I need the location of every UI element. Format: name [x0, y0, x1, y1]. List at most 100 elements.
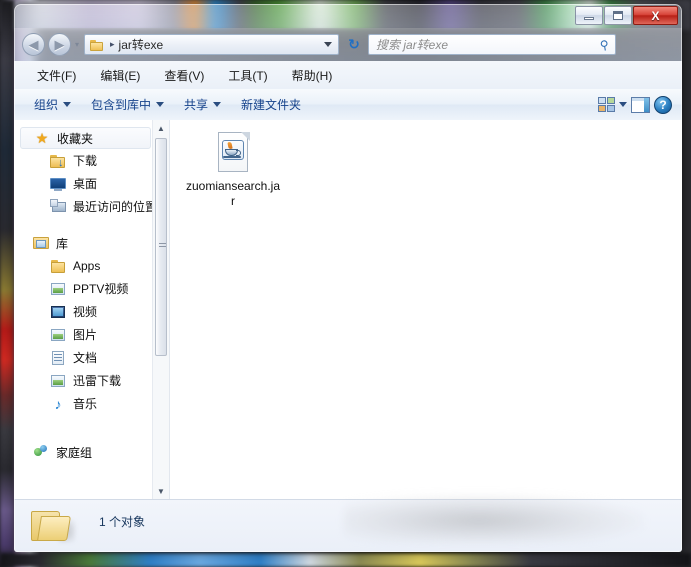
sidebar-item-downloads[interactable]: ↓ 下载	[14, 149, 169, 172]
change-view-icon[interactable]	[598, 97, 615, 112]
sidebar-item-label: 视频	[73, 305, 98, 319]
video-icon	[50, 304, 66, 320]
menu-item-view[interactable]: 查看(V)	[155, 64, 213, 87]
address-bar: ◀ ▶ ▾ ▸ jar转exe ↻ 搜索 jar转exe ⚲	[14, 28, 682, 61]
sidebar-item-label: 音乐	[73, 397, 98, 411]
menu-item-tools[interactable]: 工具(T)	[219, 64, 276, 87]
status-bar: 1 个对象	[14, 494, 682, 552]
window-content: ★ 收藏夹 ↓ 下载 桌面 最近访问的位置 库 Apps PPTV视频 视频 图…	[14, 120, 682, 499]
new-folder-label: 新建文件夹	[241, 98, 302, 112]
thunder-download-icon	[50, 373, 66, 389]
preview-pane-icon[interactable]	[631, 96, 650, 113]
share-with-label: 共享	[184, 98, 209, 112]
sidebar-item-apps[interactable]: Apps	[14, 254, 169, 277]
include-in-library-label: 包含到库中	[91, 98, 152, 112]
organize-button[interactable]: 组织	[26, 92, 79, 117]
close-button[interactable]: X	[633, 6, 678, 25]
recent-places-icon	[50, 198, 66, 215]
nav-group-homegroup[interactable]: 家庭组	[14, 441, 169, 463]
chevron-down-icon	[213, 102, 222, 107]
window-caption-buttons: X	[575, 6, 678, 25]
breadcrumb-separator-icon: ▸	[110, 39, 115, 49]
sidebar-item-pptv[interactable]: PPTV视频	[14, 277, 169, 300]
java-jar-icon	[216, 132, 250, 174]
sidebar-item-videos[interactable]: 视频	[14, 300, 169, 323]
folder-icon	[50, 258, 66, 274]
sidebar-item-label: 最近访问的位置	[73, 200, 158, 214]
menu-item-help[interactable]: 帮助(H)	[283, 64, 342, 87]
nav-group-favorites[interactable]: ★ 收藏夹	[20, 127, 151, 149]
search-input[interactable]: 搜索 jar转exe	[376, 36, 448, 53]
sidebar-item-label: 下载	[73, 154, 98, 168]
sidebar-item-label: 文档	[73, 351, 98, 365]
folder-icon	[90, 39, 105, 51]
view-chevron-down-icon[interactable]	[619, 102, 627, 107]
scrollbar-grip-icon	[159, 243, 166, 249]
address-breadcrumb-bar[interactable]: ▸ jar转exe	[84, 34, 340, 55]
navigation-pane-scrollbar[interactable]: ▲ ▼	[152, 120, 169, 499]
share-with-button[interactable]: 共享	[176, 92, 229, 117]
sidebar-item-desktop[interactable]: 桌面	[14, 172, 169, 195]
sidebar-item-pictures[interactable]: 图片	[14, 323, 169, 346]
nav-group-libraries[interactable]: 库	[14, 232, 169, 254]
address-chevron-down-icon[interactable]	[324, 42, 333, 47]
pptv-icon	[50, 281, 66, 297]
maximize-icon	[613, 11, 623, 20]
scrollbar-thumb[interactable]	[155, 138, 167, 356]
sidebar-item-documents[interactable]: 文档	[14, 346, 169, 369]
menu-bar: 文件(F) 编辑(E) 查看(V) 工具(T) 帮助(H)	[14, 61, 682, 90]
file-name-label: zuomiansearch.jar	[185, 179, 281, 208]
help-icon[interactable]: ?	[654, 95, 672, 114]
refresh-button[interactable]: ↻	[344, 35, 364, 55]
refresh-icon: ↻	[348, 36, 360, 52]
pictures-icon	[50, 327, 66, 343]
file-list-view[interactable]: zuomiansearch.jar	[170, 120, 682, 499]
open-folder-icon	[31, 508, 75, 543]
back-arrow-icon: ◀	[28, 37, 39, 52]
chevron-down-icon	[156, 102, 165, 107]
explorer-window: X ◀ ▶ ▾ ▸ jar转exe ↻ 搜索 jar转exe ⚲ 文件(F) 编…	[14, 4, 682, 552]
sidebar-item-label: 图片	[73, 328, 98, 342]
command-toolbar: 组织 包含到库中 共享 新建文件夹 ?	[14, 89, 682, 121]
sidebar-item-label: Apps	[73, 258, 101, 273]
wallpaper-left-strip	[0, 0, 14, 567]
nav-group-favorites-label: 收藏夹	[57, 131, 94, 146]
search-icon: ⚲	[599, 36, 611, 53]
forward-button[interactable]: ▶	[48, 33, 71, 56]
forward-arrow-icon: ▶	[54, 37, 65, 52]
minimize-button[interactable]	[575, 6, 603, 25]
toolbar-right-group: ?	[598, 95, 682, 114]
star-icon: ★	[35, 130, 49, 146]
screen-smudge-artifact	[344, 494, 644, 542]
scroll-down-arrow-icon[interactable]: ▼	[153, 483, 169, 499]
recent-pages-chevron-down-icon[interactable]: ▾	[75, 40, 79, 49]
wallpaper-bottom-strip	[0, 553, 691, 567]
menu-item-file[interactable]: 文件(F)	[28, 64, 85, 87]
menu-item-edit[interactable]: 编辑(E)	[91, 64, 149, 87]
close-icon: X	[651, 8, 660, 23]
nav-group-homegroup-label: 家庭组	[56, 445, 93, 460]
scroll-up-arrow-icon[interactable]: ▲	[153, 120, 169, 136]
folder-download-icon: ↓	[50, 153, 66, 169]
nav-group-libraries-label: 库	[56, 236, 69, 251]
sidebar-item-recent-places[interactable]: 最近访问的位置	[14, 195, 169, 218]
libraries-icon	[33, 235, 49, 251]
navigation-pane: ★ 收藏夹 ↓ 下载 桌面 最近访问的位置 库 Apps PPTV视频 视频 图…	[14, 120, 170, 499]
maximize-button[interactable]	[604, 6, 632, 25]
organize-label: 组织	[34, 98, 59, 112]
back-button[interactable]: ◀	[22, 33, 45, 56]
documents-icon	[50, 350, 66, 366]
minimize-icon	[584, 16, 594, 20]
sidebar-item-music[interactable]: ♪ 音乐	[14, 392, 169, 415]
music-icon: ♪	[54, 395, 62, 412]
breadcrumb-current-folder[interactable]: jar转exe	[119, 36, 164, 53]
file-item[interactable]: zuomiansearch.jar	[184, 132, 282, 209]
new-folder-button[interactable]: 新建文件夹	[233, 92, 309, 117]
sidebar-item-thunder-download[interactable]: 迅雷下载	[14, 369, 169, 392]
homegroup-icon	[33, 444, 49, 460]
search-box[interactable]: 搜索 jar转exe ⚲	[368, 34, 617, 55]
include-in-library-button[interactable]: 包含到库中	[83, 92, 172, 117]
sidebar-item-label: 迅雷下载	[73, 374, 122, 388]
